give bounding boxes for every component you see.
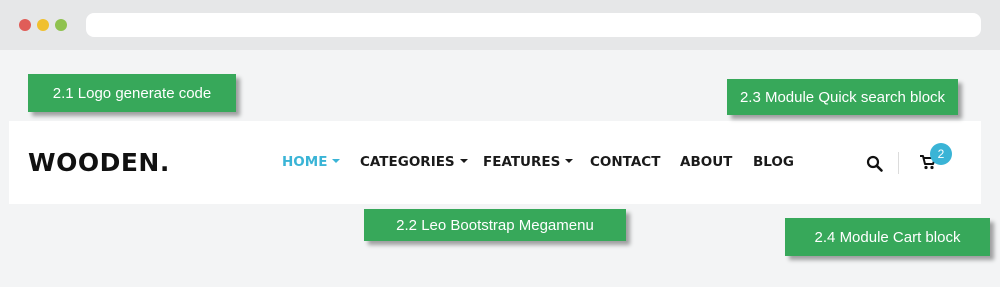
nav-item-label: HOME xyxy=(282,154,328,170)
nav-item-label: ABOUT xyxy=(680,154,733,170)
annotation-search: 2.3 Module Quick search block xyxy=(727,79,958,115)
nav-item-categories[interactable]: CATEGORIES xyxy=(360,154,468,170)
nav-item-label: FEATURES xyxy=(483,154,561,170)
nav-item-label: CONTACT xyxy=(590,154,661,170)
nav-item-about[interactable]: ABOUT xyxy=(680,154,732,170)
chevron-down-icon xyxy=(332,159,341,163)
chevron-down-icon xyxy=(565,159,574,163)
site-logo[interactable]: WOODEN. xyxy=(28,148,170,177)
window-minimize-dot[interactable] xyxy=(37,19,49,31)
annotation-logo: 2.1 Logo generate code xyxy=(28,74,236,112)
address-bar[interactable] xyxy=(86,13,981,37)
nav-item-label: BLOG xyxy=(753,154,794,170)
nav-item-label: CATEGORIES xyxy=(360,154,455,170)
nav-item-contact[interactable]: CONTACT xyxy=(590,154,660,170)
browser-toolbar xyxy=(0,0,1000,50)
window-close-dot[interactable] xyxy=(19,19,31,31)
annotation-megamenu: 2.2 Leo Bootstrap Megamenu xyxy=(364,209,626,241)
search-icon xyxy=(866,155,883,172)
nav-item-blog[interactable]: BLOG xyxy=(753,154,794,170)
nav-item-home[interactable]: HOME xyxy=(282,154,341,170)
header-divider xyxy=(898,152,899,174)
nav-item-features[interactable]: FEATURES xyxy=(483,154,574,170)
chevron-down-icon xyxy=(459,159,468,163)
search-button[interactable] xyxy=(866,155,884,173)
cart-count-badge: 2 xyxy=(930,143,952,165)
annotation-cart: 2.4 Module Cart block xyxy=(785,218,990,256)
window-maximize-dot[interactable] xyxy=(55,19,67,31)
